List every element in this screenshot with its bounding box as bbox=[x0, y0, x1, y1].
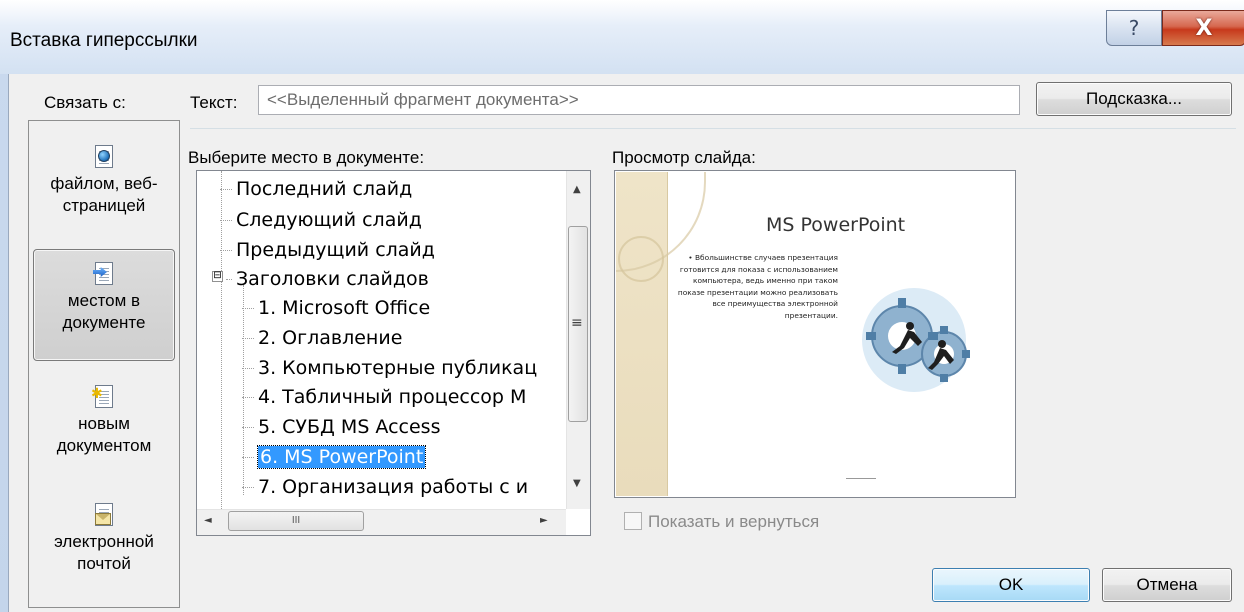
tree-item-label: Предыдущий слайд bbox=[236, 239, 435, 261]
tree-item[interactable]: Предыдущий слайд bbox=[220, 237, 435, 263]
link-item-label: местом в bbox=[67, 291, 141, 310]
tree-item[interactable]: 4. Табличный процессор М bbox=[242, 384, 526, 410]
tree-item-label: Следующий слайд bbox=[236, 209, 422, 231]
slide-body-text: • Вбольшинстве случаев презентация готов… bbox=[677, 253, 838, 320]
help-button[interactable]: ? bbox=[1106, 10, 1162, 46]
close-icon: X bbox=[1195, 15, 1213, 41]
tree-item[interactable]: 2. Оглавление bbox=[242, 325, 402, 351]
link-item-place-in-document[interactable]: местом в документе bbox=[33, 249, 175, 361]
tree-item-selected[interactable]: 6. MS PowerPoint bbox=[242, 444, 427, 470]
slide-footer-line bbox=[846, 478, 876, 479]
link-item-label: почтой bbox=[77, 554, 131, 573]
show-and-return-checkbox[interactable] bbox=[624, 512, 642, 530]
link-item-label: новым bbox=[78, 414, 130, 433]
tree-item[interactable]: 1. Microsoft Office bbox=[242, 295, 430, 321]
tree-item-label: 1. Microsoft Office bbox=[258, 297, 431, 319]
tree-item-label: 3. Компьютерные публикац bbox=[258, 357, 538, 379]
gears-clipart-icon bbox=[862, 288, 970, 392]
place-in-document-icon bbox=[93, 262, 115, 286]
ok-button[interactable]: OK bbox=[932, 568, 1090, 602]
scroll-down-icon[interactable]: ▼ bbox=[573, 478, 581, 489]
tree-item[interactable]: 7. Организация работы с и bbox=[242, 474, 528, 500]
tree-item-label: 6. MS PowerPoint bbox=[256, 445, 427, 469]
grip-icon: ≡ bbox=[571, 315, 583, 331]
tree-item-label: 2. Оглавление bbox=[258, 327, 403, 349]
link-item-label: страницей bbox=[62, 196, 146, 215]
scroll-right-icon[interactable]: ► bbox=[540, 515, 548, 526]
help-icon: ? bbox=[1128, 16, 1140, 40]
horizontal-scroll-thumb[interactable]: III bbox=[228, 511, 364, 531]
tree-item[interactable]: Следующий слайд bbox=[220, 207, 422, 233]
link-item-label: документе bbox=[62, 313, 146, 332]
slide-title: MS PowerPoint bbox=[766, 214, 906, 236]
link-item-file-web[interactable]: файлом, веб- страницей bbox=[33, 145, 175, 241]
link-item-label: документом bbox=[56, 436, 152, 455]
scroll-up-icon[interactable]: ▲ bbox=[573, 184, 581, 195]
tree-item-label: 5. СУБД MS Access bbox=[258, 416, 441, 438]
scroll-left-icon[interactable]: ◄ bbox=[204, 515, 212, 526]
cancel-button[interactable]: Отмена bbox=[1102, 568, 1232, 602]
tree-item-label: 4. Табличный процессор М bbox=[258, 386, 527, 408]
link-item-label: электронной bbox=[54, 532, 154, 551]
close-button[interactable]: X bbox=[1162, 10, 1244, 46]
tree-item-label: Заголовки слайдов bbox=[236, 268, 429, 290]
text-label: Текст: bbox=[190, 93, 238, 112]
screentip-button[interactable]: Подсказка... bbox=[1036, 82, 1232, 116]
show-and-return-label: Показать и вернуться bbox=[648, 512, 820, 531]
link-with-panel: файлом, веб- страницей местом в документ… bbox=[28, 120, 180, 608]
slide-preview-label: Просмотр слайда: bbox=[612, 148, 756, 167]
file-web-icon bbox=[93, 145, 115, 169]
title-bar[interactable]: Вставка гиперссылки bbox=[0, 0, 1244, 74]
new-document-icon: ✱ bbox=[91, 385, 115, 409]
link-item-email[interactable]: электронной почтой bbox=[33, 503, 175, 597]
vertical-scroll-thumb[interactable]: ≡ bbox=[568, 226, 588, 422]
link-with-label: Связать с: bbox=[44, 93, 126, 112]
text-to-display-field[interactable]: <<Выделенный фрагмент документа>> bbox=[258, 85, 1020, 115]
tree-item[interactable]: Заголовки слайдов bbox=[226, 266, 429, 292]
link-item-new-document[interactable]: ✱ новым документом bbox=[33, 385, 175, 475]
link-item-label: файлом, веб- bbox=[50, 174, 158, 193]
slide-decoration bbox=[618, 236, 664, 282]
window-title: Вставка гиперссылки bbox=[10, 30, 198, 51]
separator bbox=[190, 128, 1236, 129]
email-icon bbox=[93, 503, 115, 527]
tree-item-label: Последний слайд bbox=[236, 178, 413, 200]
tree-item[interactable]: 3. Компьютерные публикац bbox=[242, 355, 537, 381]
tree-item[interactable]: Последний слайд bbox=[220, 176, 412, 202]
place-in-document-label: Выберите место в документе: bbox=[188, 148, 425, 167]
tree-item[interactable]: 5. СУБД MS Access bbox=[242, 414, 440, 440]
collapse-icon[interactable]: ⊟ bbox=[212, 271, 223, 282]
tree-item-label: 7. Организация работы с и bbox=[258, 476, 529, 498]
